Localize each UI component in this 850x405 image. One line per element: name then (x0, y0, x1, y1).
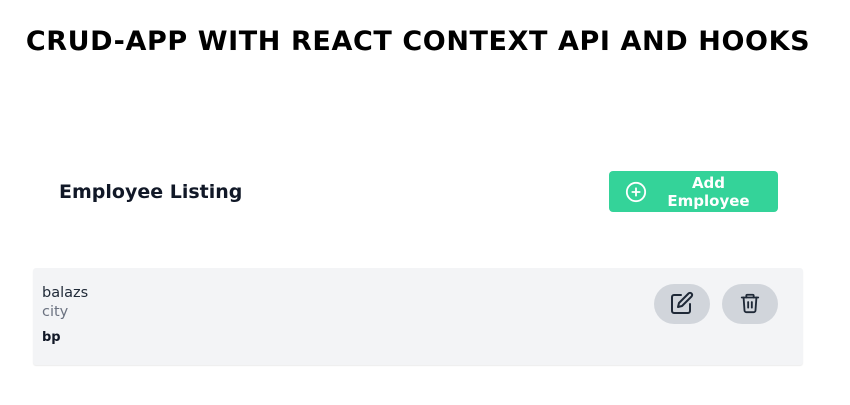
edit-employee-button[interactable] (654, 284, 710, 324)
plus-circle-icon (625, 181, 647, 203)
employee-list-item: balazs city bp (33, 268, 803, 365)
edit-icon (670, 291, 694, 318)
employee-designation: bp (42, 330, 61, 345)
employee-location: city (42, 304, 69, 320)
app-title: CRUD-APP WITH REACT CONTEXT API AND HOOK… (25, 26, 811, 57)
add-employee-button[interactable]: Add Employee (609, 171, 778, 212)
employee-name: balazs (42, 285, 89, 301)
add-employee-label: Add Employee (667, 173, 750, 210)
delete-employee-button[interactable] (722, 284, 778, 324)
listing-header: Employee Listing Add Employee (59, 171, 778, 212)
listing-title: Employee Listing (59, 180, 243, 203)
trash-icon (739, 291, 761, 318)
employee-info: balazs city bp (42, 284, 88, 347)
